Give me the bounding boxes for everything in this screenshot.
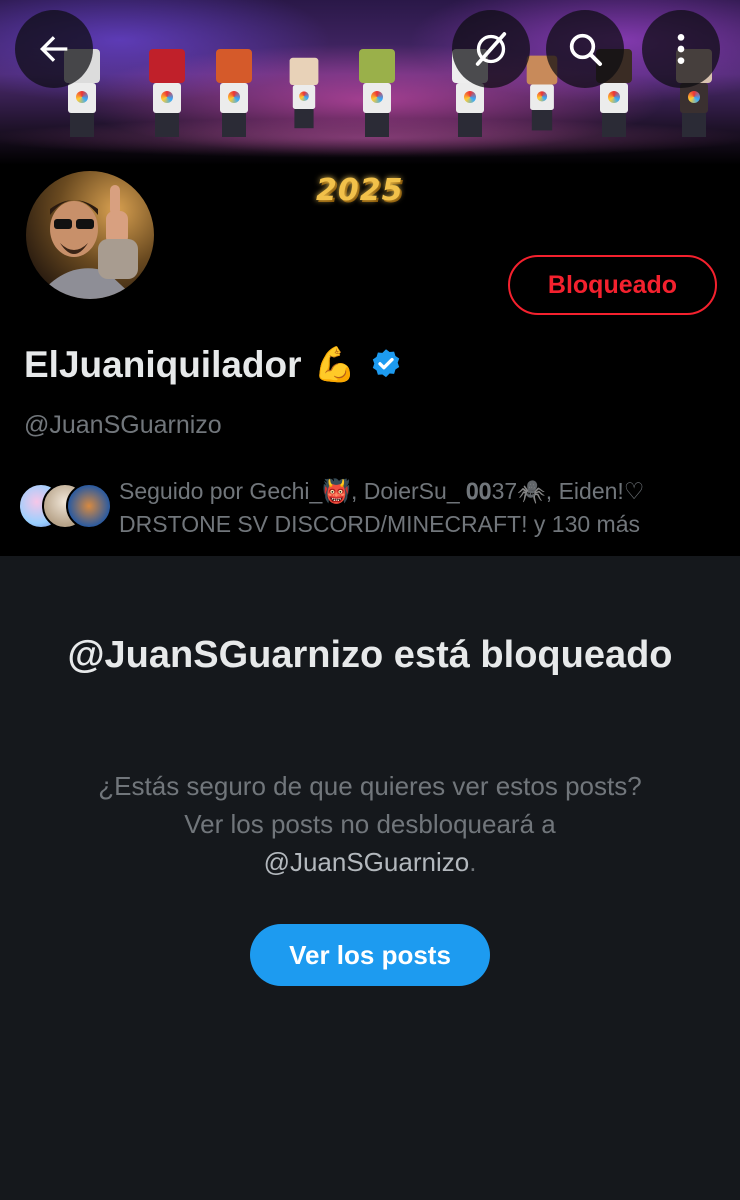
banner-character xyxy=(212,49,256,137)
banner-character xyxy=(286,57,321,129)
profile-page: 2025 Bloqueado ElJuaniquilador 💪 @JuanSG… xyxy=(0,0,740,1200)
followed-by-row[interactable]: Seguido por Gechi_👹, DoierSu_ 𝟎𝟎37🕷️, Ei… xyxy=(18,475,718,541)
grok-icon xyxy=(471,29,511,69)
followed-by-text: Seguido por Gechi_👹, DoierSu_ 𝟎𝟎37🕷️, Ei… xyxy=(119,478,645,537)
search-icon xyxy=(565,29,605,69)
back-button[interactable] xyxy=(15,10,93,88)
blocked-notice: @JuanSGuarnizo está bloqueado ¿Estás seg… xyxy=(0,556,740,1200)
more-options-button[interactable] xyxy=(642,10,720,88)
search-button[interactable] xyxy=(546,10,624,88)
blocked-description-handle: @JuanSGuarnizo xyxy=(263,847,470,877)
arrow-left-icon xyxy=(34,29,74,69)
avatar-photo xyxy=(36,185,138,299)
profile-handle: @JuanSGuarnizo xyxy=(24,411,222,439)
follower-avatar xyxy=(66,483,112,529)
banner-character xyxy=(145,49,189,137)
blocked-title: @JuanSGuarnizo está bloqueado xyxy=(67,634,673,676)
profile-banner[interactable] xyxy=(0,0,740,165)
banner-character xyxy=(355,49,399,137)
blocked-description: ¿Estás seguro de que quieres ver estos p… xyxy=(90,767,650,881)
profile-header: 2025 Bloqueado ElJuaniquilador 💪 @JuanSG… xyxy=(0,165,740,556)
flexed-biceps-emoji: 💪 xyxy=(313,345,356,385)
avatar[interactable] xyxy=(22,167,158,303)
grok-button[interactable] xyxy=(452,10,530,88)
blocked-description-suffix: . xyxy=(469,847,477,877)
more-vertical-icon xyxy=(661,29,701,69)
view-posts-button[interactable]: Ver los posts xyxy=(250,924,490,986)
banner-year-text: 2025 xyxy=(316,173,404,208)
verified-badge-icon[interactable] xyxy=(368,347,404,383)
blocked-button[interactable]: Bloqueado xyxy=(508,255,717,315)
blocked-description-text: ¿Estás seguro de que quieres ver estos p… xyxy=(98,771,642,839)
display-name: ElJuaniquilador xyxy=(24,344,302,385)
display-name-row: ElJuaniquilador 💪 xyxy=(24,340,404,390)
